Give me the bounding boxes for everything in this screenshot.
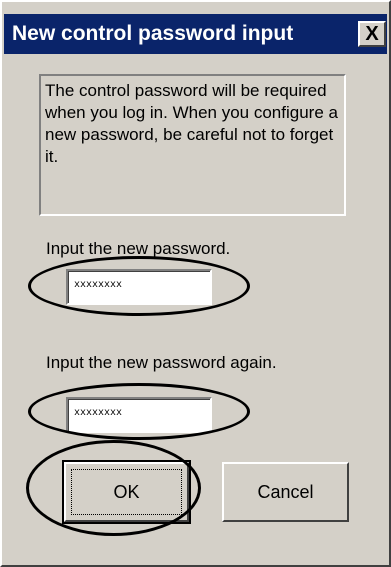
cancel-button-label: Cancel (257, 482, 314, 502)
close-button[interactable]: X (358, 21, 386, 47)
confirm-password-label: Input the new password again. (46, 353, 277, 372)
title-bar: New control password input X (4, 14, 387, 54)
new-password-input[interactable]: xxxxxxxx (66, 269, 212, 305)
confirm-password-input[interactable]: xxxxxxxx (66, 397, 212, 433)
ok-button[interactable]: OK (62, 460, 191, 524)
new-password-label: Input the new password. (46, 239, 231, 258)
dialog-title: New control password input (12, 22, 294, 45)
close-icon: X (365, 23, 379, 45)
info-message: The control password will be required wh… (39, 74, 346, 216)
password-dialog: New control password input X The control… (0, 0, 391, 567)
cancel-button[interactable]: Cancel (222, 462, 349, 522)
focus-rectangle (71, 469, 182, 515)
